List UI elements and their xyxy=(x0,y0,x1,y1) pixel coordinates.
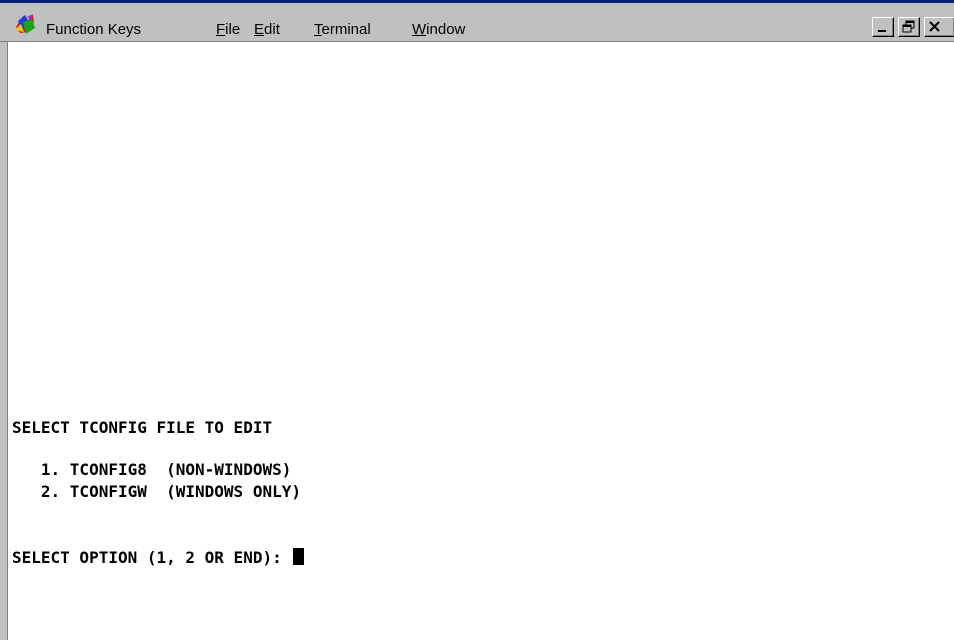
menu-function-keys-label: Function Keys xyxy=(46,21,142,38)
window-left-border xyxy=(0,42,8,640)
menu-file[interactable]: File xyxy=(216,21,240,38)
terminal-prompt: SELECT OPTION (1, 2 OR END): xyxy=(12,548,292,567)
terminal-screen[interactable]: SELECT TCONFIG FILE TO EDIT 1. TCONFIG8 … xyxy=(8,43,954,640)
terminal-option-1: 1. TCONFIG8 (NON-WINDOWS) xyxy=(12,460,292,479)
minimize-icon xyxy=(878,30,886,32)
menu-terminal-label: erminal xyxy=(321,21,371,38)
menu-edit[interactable]: Edit xyxy=(254,21,280,38)
menu-bar: Function Keys File Edit Terminal Window xyxy=(0,3,954,42)
menu-window-label: indow xyxy=(426,21,466,38)
menu-window-mnemonic: W xyxy=(412,21,427,38)
text-cursor xyxy=(293,548,305,565)
restore-button[interactable] xyxy=(898,17,920,37)
terminal-app-icon[interactable] xyxy=(14,13,36,35)
terminal-prompt-line: SELECT OPTION (1, 2 OR END): xyxy=(12,548,305,567)
menu-edit-label: dit xyxy=(264,21,280,38)
restore-icon xyxy=(902,20,915,33)
menu-file-label: ile xyxy=(225,21,241,38)
menu-terminal-mnemonic: T xyxy=(314,21,322,38)
close-icon xyxy=(929,21,940,32)
menu-file-mnemonic: F xyxy=(216,21,226,38)
menu-function-keys[interactable]: Function Keys xyxy=(46,21,141,38)
menu-edit-mnemonic: E xyxy=(254,21,265,38)
minimize-button[interactable] xyxy=(872,17,894,37)
close-button[interactable] xyxy=(924,17,954,37)
menu-terminal[interactable]: Terminal xyxy=(314,21,371,38)
menu-window[interactable]: Window xyxy=(412,21,465,38)
terminal-heading: SELECT TCONFIG FILE TO EDIT xyxy=(12,418,273,437)
terminal-option-2: 2. TCONFIGW (WINDOWS ONLY) xyxy=(12,482,301,501)
